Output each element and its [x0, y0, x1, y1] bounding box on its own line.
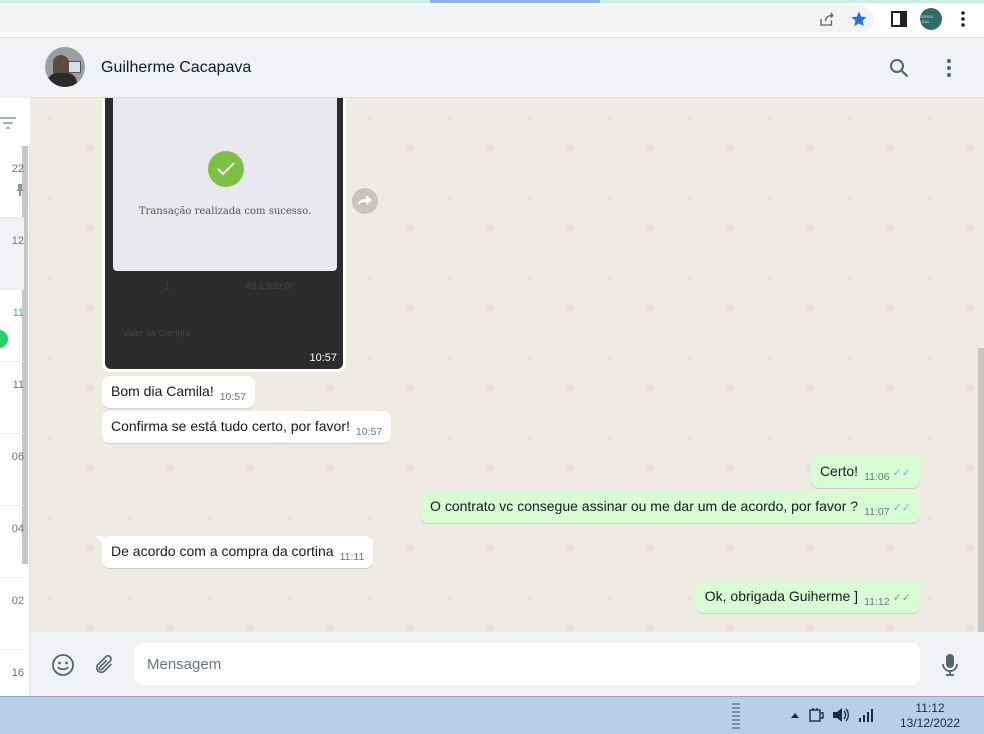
- chat-header: Guilherme Cacapava: [30, 38, 984, 98]
- message-bubble-outgoing[interactable]: Ok, obrigada Guiherme ] 11:12 ✓✓: [695, 581, 926, 613]
- chat-list-item[interactable]: 11: [0, 362, 24, 434]
- chat-list-item[interactable]: 06: [0, 434, 24, 506]
- forward-icon[interactable]: [352, 188, 378, 214]
- message-text: Confirma se está tudo certo, por favor!: [111, 418, 350, 434]
- message-input[interactable]: [134, 643, 920, 685]
- microphone-icon[interactable]: [937, 652, 963, 678]
- check-success-icon: [208, 151, 244, 187]
- compose-bar: [30, 632, 984, 696]
- clock-time: 11:12: [915, 701, 945, 715]
- message-time: 11:07: [864, 506, 890, 518]
- profile-avatar[interactable]: JORGE LEAL: [920, 8, 942, 30]
- browser-toolbar: JORGE LEAL: [0, 0, 984, 38]
- chat-list-item-time: 12: [11, 235, 24, 247]
- signal-icon[interactable]: [858, 707, 876, 723]
- tab-strip-edge: [0, 0, 984, 3]
- taskbar-grip[interactable]: [732, 703, 740, 731]
- os-taskbar: 11:12 13/12/2022: [0, 696, 984, 734]
- chat-list-item[interactable]: 02: [0, 578, 24, 650]
- conversation-panel: Transação realizada com sucesso. 1 R$ 1.…: [30, 98, 984, 632]
- tray-expand-icon[interactable]: [790, 711, 800, 719]
- message-time: 11:06: [864, 471, 890, 483]
- message-text: Ok, obrigada Guiherme ]: [704, 588, 859, 604]
- read-ticks-icon: ✓✓: [892, 502, 911, 514]
- contact-name[interactable]: Guilherme Cacapava: [101, 59, 251, 77]
- chat-list-item-time: 16: [11, 667, 24, 679]
- message-bubble-incoming[interactable]: De acordo com a compra da cortina 11:11: [96, 536, 374, 568]
- message-bubble-incoming[interactable]: Bom dia Camila! 10:57: [102, 376, 255, 408]
- address-bar[interactable]: [0, 6, 874, 32]
- conversation-scrollbar[interactable]: [978, 348, 984, 632]
- chat-list-item[interactable]: 12: [0, 218, 24, 290]
- image-thumbnail[interactable]: Transação realizada com sucesso. 1 R$ 1.…: [105, 98, 343, 369]
- clock-date: 13/12/2022: [899, 716, 961, 730]
- attach-icon[interactable]: [91, 652, 117, 678]
- message-bubble-outgoing[interactable]: O contrato vc consegue assinar ou me dar…: [421, 491, 920, 523]
- chat-list-item-time: 02: [11, 595, 24, 607]
- unread-badge: [0, 330, 8, 348]
- chat-list-item-time: 11: [12, 379, 24, 391]
- chat-list-item[interactable]: 04: [0, 506, 24, 578]
- chat-list-item-time: 22: [11, 163, 24, 175]
- message-text: Bom dia Camila!: [111, 383, 214, 399]
- message-bubble-incoming[interactable]: Confirma se está tudo certo, por favor! 1…: [102, 411, 392, 443]
- profile-initials: JORGE LEAL: [920, 8, 942, 30]
- chat-list-item-time: 04: [11, 523, 24, 535]
- read-ticks-icon: ✓✓: [892, 467, 911, 479]
- message-text: O contrato vc consegue assinar ou me dar…: [430, 498, 859, 514]
- receipt-qty: 1: [165, 281, 171, 291]
- bookmark-star-icon[interactable]: [848, 8, 870, 30]
- network-device-icon[interactable]: [808, 707, 824, 723]
- sidebar-header: [0, 38, 30, 98]
- chat-list-item[interactable]: 22: [0, 146, 24, 218]
- browser-menu-icon[interactable]: [952, 8, 974, 30]
- chat-filter-bar: [0, 98, 30, 146]
- message-text: De acordo com a compra da cortina: [111, 543, 334, 559]
- volume-icon[interactable]: [832, 707, 850, 723]
- system-tray: [790, 707, 876, 723]
- chat-list-item-time: 11: [12, 307, 24, 319]
- share-icon[interactable]: [816, 8, 838, 30]
- filter-icon[interactable]: [0, 116, 16, 130]
- message-time: 10:57: [219, 391, 246, 403]
- chat-list-item-time: 06: [11, 451, 24, 463]
- side-panel-icon[interactable]: [888, 8, 910, 30]
- search-icon[interactable]: [887, 56, 911, 80]
- receipt-screen: Transação realizada com sucesso.: [113, 98, 337, 271]
- image-message[interactable]: Transação realizada com sucesso. 1 R$ 1.…: [102, 98, 346, 372]
- message-text: Certo!: [819, 463, 859, 479]
- delivered-ticks-icon: ✓✓: [892, 592, 911, 604]
- chat-list-item[interactable]: 11: [0, 290, 24, 362]
- message-time: 11:12: [864, 596, 890, 608]
- receipt-value: R$ 1.920,00: [245, 281, 295, 291]
- pin-icon: [16, 184, 24, 196]
- system-clock[interactable]: 11:12 13/12/2022: [880, 701, 980, 731]
- chat-menu-icon[interactable]: [937, 56, 961, 80]
- receipt-label: Valor da Compra: [123, 328, 191, 338]
- contact-avatar[interactable]: [45, 47, 85, 87]
- emoji-icon[interactable]: [50, 652, 76, 678]
- chat-list-sidebar: 22 12 11 11 06 04 02 16: [0, 38, 30, 696]
- message-time: 10:57: [355, 426, 383, 438]
- message-bubble-outgoing[interactable]: Certo! 11:06 ✓✓: [810, 456, 926, 488]
- message-time: 11:11: [339, 551, 365, 563]
- receipt-success-text: Transação realizada com sucesso.: [138, 206, 312, 217]
- image-message-time: 10:57: [309, 352, 337, 364]
